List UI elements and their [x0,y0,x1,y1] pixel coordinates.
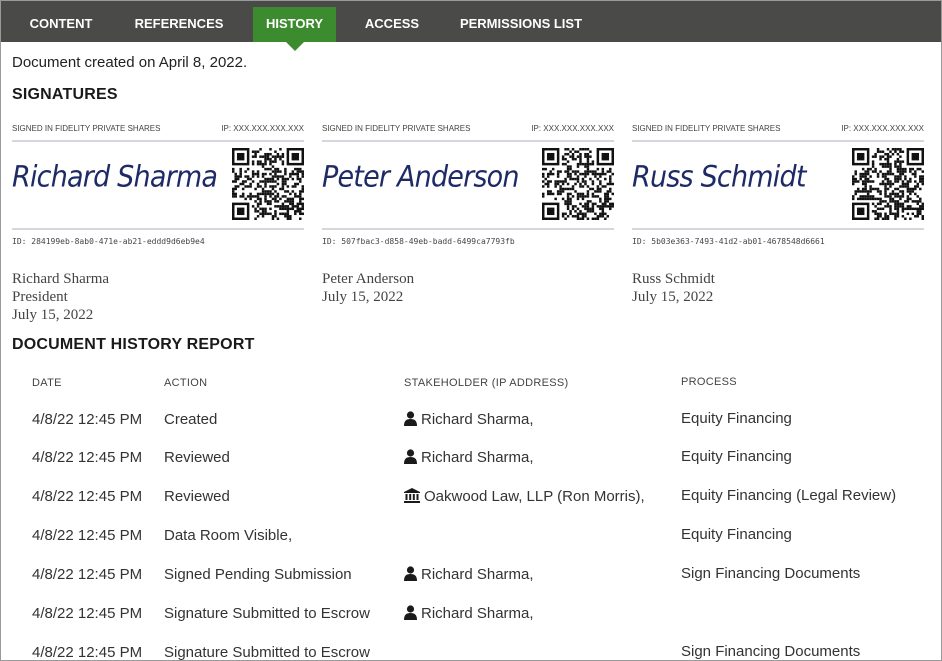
person-icon [404,566,417,585]
signature-script: Russ Schmidt [632,160,806,195]
row-action: Created [164,411,218,428]
table-row: 4/8/22 12:45 PM Reviewed Oakwood Law, LLP … [1,487,941,512]
signature-block: SIGNED IN FIDELITY PRIVATE SHARES IP: XX… [632,120,924,330]
column-header-action: ACTION [164,377,208,389]
row-action: Signed Pending Submission [164,566,352,583]
signature-id: ID: 5b03e363-7493-41d2-ab01-4678548d6661 [632,237,825,246]
signature-script: Peter Anderson [322,160,520,195]
row-date: 4/8/22 12:45 PM [32,566,143,583]
column-header-stakeholder: STAKEHOLDER (IP ADDRESS) [404,377,569,389]
signature-block: SIGNED IN FIDELITY PRIVATE SHARES IP: XX… [322,120,614,330]
row-stakeholder: Richard Sharma, [404,411,534,430]
row-process: Equity Financing [681,448,792,465]
tab-content[interactable]: CONTENT [15,7,107,42]
table-row: 4/8/22 12:45 PM Created Richard Sharma, Equ… [1,410,941,435]
row-date: 4/8/22 12:45 PM [32,488,143,505]
row-stakeholder: Oakwood Law, LLP (Ron Morris), [404,488,645,507]
stakeholder-name: Richard Sharma, [421,449,534,466]
row-process: Equity Financing (Legal Review) [681,487,897,504]
signer-info: Russ Schmidt July 15, 2022 [632,270,715,306]
divider [12,228,304,230]
person-icon [404,411,417,430]
row-process: Sign Financing Documents [681,643,861,660]
tab-access[interactable]: ACCESS [355,7,429,42]
stakeholder-name: Richard Sharma, [421,605,534,622]
table-row: 4/8/22 12:45 PM Reviewed Richard Sharma, Eq… [1,448,941,473]
signer-title: President [12,289,68,305]
qr-code-icon [232,148,304,220]
row-action: Reviewed [164,488,230,505]
created-text: Document created on April 8, 2022. [12,54,248,71]
signature-block: SIGNED IN FIDELITY PRIVATE SHARES IP: XX… [12,120,304,330]
signed-in-label: SIGNED IN FIDELITY PRIVATE SHARES [632,124,781,133]
row-process: Sign Financing Documents [681,565,861,582]
signature-header: SIGNED IN FIDELITY PRIVATE SHARES IP: XX… [12,124,304,136]
row-date: 4/8/22 12:45 PM [32,527,143,544]
signature-date: July 15, 2022 [632,289,714,305]
table-row: 4/8/22 12:45 PM Signature Submitted to Es… [1,605,941,629]
tab-permissions-list[interactable]: PERMISSIONS LIST [449,7,593,42]
signature-script: Richard Sharma [12,160,218,195]
table-row: 4/8/22 12:45 PM Signed Pending Submission… [1,565,941,590]
signatures-title: SIGNATURES [12,86,118,103]
tab-references[interactable]: REFERENCES [125,7,233,42]
bank-icon [404,488,420,507]
signature-id: ID: 284199eb-8ab0-471e-ab21-eddd9d6eb9e4 [12,237,205,246]
row-date: 4/8/22 12:45 PM [32,449,143,466]
stakeholder-name: Oakwood Law, LLP (Ron Morris), [424,488,645,505]
divider [322,228,614,230]
divider [632,228,924,230]
document-history-panel: CONTENT REFERENCES HISTORY ACCESS PERMIS… [0,0,942,661]
column-header-process: PROCESS [681,376,737,388]
signature-date: July 15, 2022 [12,307,94,323]
stakeholder-name: Richard Sharma, [421,411,534,428]
row-process: Equity Financing [681,410,792,427]
table-row: 4/8/22 12:45 PM Data Room Visible, Equity … [1,526,941,551]
tab-history[interactable]: HISTORY [253,7,336,51]
row-date: 4/8/22 12:45 PM [32,605,143,622]
signer-name: Peter Anderson [322,271,415,287]
history-title: DOCUMENT HISTORY REPORT [12,336,255,353]
signer-name: Russ Schmidt [632,271,715,287]
signer-info: Peter Anderson July 15, 2022 [322,270,414,306]
signature-id: ID: 507fbac3-d858-49eb-badd-6499ca7793fb [322,237,515,246]
row-action: Reviewed [164,449,230,466]
tab-bar: CONTENT REFERENCES HISTORY ACCESS PERMIS… [1,1,941,51]
signature-date: July 15, 2022 [322,289,404,305]
stakeholder-name: Richard Sharma, [421,566,534,583]
person-icon [404,449,417,468]
row-stakeholder: Richard Sharma, [404,566,534,585]
divider [322,140,614,142]
divider [12,140,304,142]
row-date: 4/8/22 12:45 PM [32,644,143,661]
ip-label: IP: XXX.XXX.XXX.XXX [531,124,614,133]
qr-code-icon [852,148,924,220]
row-action: Signature Submitted to Escrow [164,605,370,622]
table-row: 4/8/22 12:45 PM Signature Submitted to Es… [1,643,941,661]
qr-code-icon [542,148,614,220]
column-header-date: DATE [32,377,62,389]
signature-header: SIGNED IN FIDELITY PRIVATE SHARES IP: XX… [632,124,924,136]
person-icon [404,605,417,624]
signer-info: Richard Sharma President July 15, 2022 [12,270,109,324]
row-stakeholder: Richard Sharma, [404,605,534,624]
ip-label: IP: XXX.XXX.XXX.XXX [221,124,304,133]
signed-in-label: SIGNED IN FIDELITY PRIVATE SHARES [322,124,471,133]
ip-label: IP: XXX.XXX.XXX.XXX [841,124,924,133]
signature-header: SIGNED IN FIDELITY PRIVATE SHARES IP: XX… [322,124,614,136]
row-action: Data Room Visible, [164,527,293,544]
divider [632,140,924,142]
row-date: 4/8/22 12:45 PM [32,411,143,428]
signed-in-label: SIGNED IN FIDELITY PRIVATE SHARES [12,124,161,133]
signer-name: Richard Sharma [12,271,110,287]
row-process: Equity Financing [681,526,792,543]
row-action: Signature Submitted to Escrow [164,644,370,661]
row-stakeholder: Richard Sharma, [404,449,534,468]
